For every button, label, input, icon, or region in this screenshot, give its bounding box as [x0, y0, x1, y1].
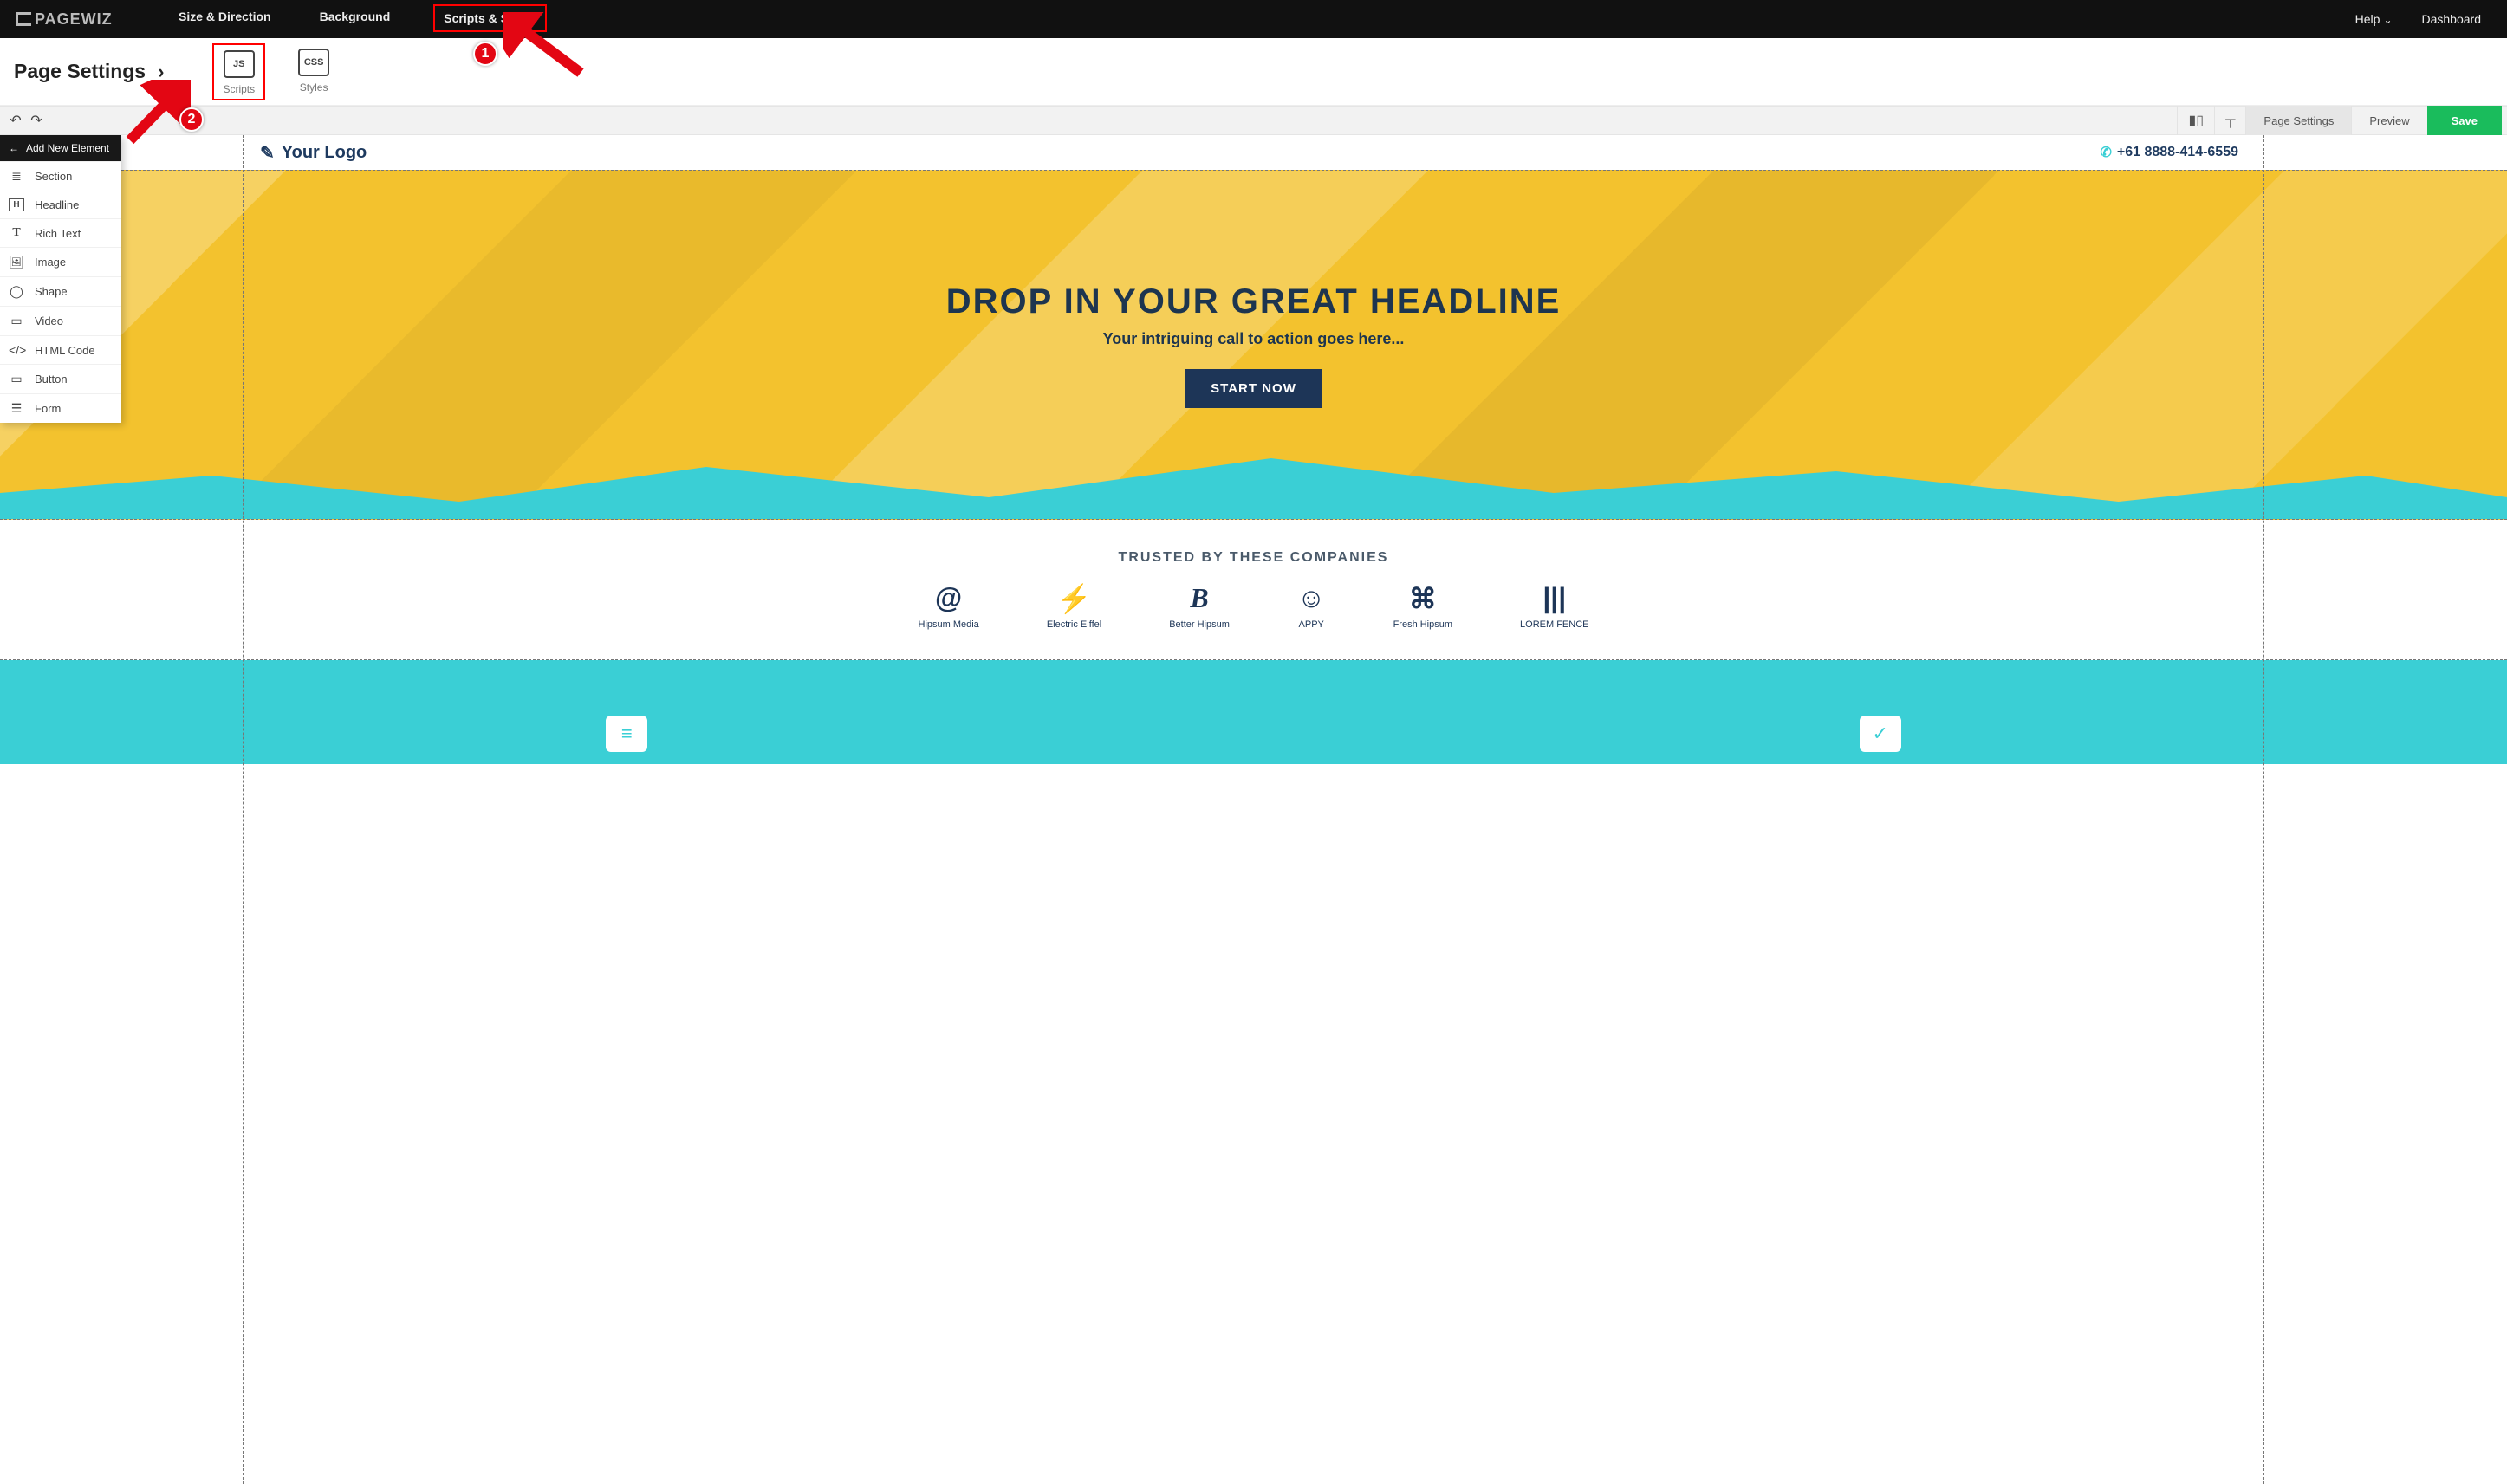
- element-label: Button: [35, 373, 68, 386]
- element-label: HTML Code: [35, 344, 95, 357]
- add-element-panel: ← Add New Element ≣ Section H Headline T…: [0, 135, 121, 423]
- element-richtext[interactable]: T Rich Text: [0, 218, 121, 247]
- element-htmlcode[interactable]: </> HTML Code: [0, 335, 121, 364]
- element-video[interactable]: ▭ Video: [0, 306, 121, 335]
- element-image[interactable]: 🖼 Image: [0, 247, 121, 276]
- feature-icon-1[interactable]: ≡: [606, 716, 647, 752]
- add-element-header-label: Add New Element: [26, 142, 109, 154]
- page-header-section: ✎ Your Logo ✆ +61 8888-414-6559: [0, 135, 2507, 170]
- text-icon: T: [9, 226, 24, 240]
- form-icon: ☰: [9, 401, 24, 416]
- typography-toggle[interactable]: ┬: [2214, 106, 2245, 135]
- redo-button[interactable]: ↷: [26, 112, 47, 129]
- code-icon: </>: [9, 343, 24, 357]
- image-icon: 🖼: [9, 255, 24, 269]
- editor-toolbar: ↶ ↷ ▮▯ ┬ Page Settings Preview Save: [0, 106, 2507, 135]
- company-glyph-2: ⚡: [1057, 581, 1092, 616]
- page-phone[interactable]: ✆ +61 8888-414-6559: [2100, 144, 2238, 161]
- brand-logo: PAGEWIZ: [0, 10, 173, 29]
- preview-button[interactable]: Preview: [2351, 106, 2426, 135]
- element-label: Shape: [35, 285, 68, 298]
- page-canvas[interactable]: ✎ Your Logo ✆ +61 8888-414-6559 DROP IN …: [0, 135, 2507, 1484]
- company-name-4: APPY: [1299, 619, 1324, 630]
- company-glyph-1: @: [935, 581, 962, 616]
- phone-icon: ✆: [2100, 144, 2111, 161]
- element-label: Rich Text: [35, 227, 81, 240]
- save-button[interactable]: Save: [2427, 106, 2502, 135]
- company-name-3: Better Hipsum: [1169, 619, 1230, 630]
- page-logo[interactable]: ✎ Your Logo: [260, 142, 367, 164]
- feature-icon-2[interactable]: ✓: [1860, 716, 1901, 752]
- features-section[interactable]: ≡ ✓: [0, 660, 2507, 764]
- video-icon: ▭: [9, 314, 24, 328]
- trusted-companies-section[interactable]: TRUSTED BY THESE COMPANIES @ Hipsum Medi…: [0, 520, 2507, 660]
- element-form[interactable]: ☰ Form: [0, 393, 121, 423]
- annotation-arrow-1: [503, 12, 589, 81]
- shape-icon: ◯: [9, 284, 24, 299]
- settings-row: Page Settings JS Scripts CSS Styles: [0, 38, 2507, 106]
- tab-background[interactable]: Background: [315, 6, 396, 32]
- element-label: Video: [35, 314, 63, 327]
- company-name-2: Electric Eiffel: [1047, 619, 1101, 630]
- trusted-title: TRUSTED BY THESE COMPANIES: [1119, 550, 1389, 566]
- arrow-left-icon: ←: [9, 142, 19, 154]
- hero-subtitle[interactable]: Your intriguing call to action goes here…: [1103, 330, 1405, 348]
- page-phone-number: +61 8888-414-6559: [2117, 145, 2238, 160]
- help-label: Help: [2355, 12, 2380, 26]
- scripts-tool-code: JS: [224, 50, 255, 78]
- scripts-tool-label: Scripts: [223, 83, 255, 95]
- brand-logo-glyph: [16, 12, 31, 26]
- section-icon: ≣: [9, 169, 24, 184]
- scripts-tool[interactable]: JS Scripts: [212, 43, 265, 100]
- company-logo-1[interactable]: @ Hipsum Media: [919, 581, 979, 630]
- company-logo-5[interactable]: ⌘ Fresh Hipsum: [1393, 581, 1452, 630]
- page-settings-button[interactable]: Page Settings: [2245, 106, 2351, 135]
- company-glyph-4: ☺: [1297, 581, 1326, 616]
- company-name-6: LOREM FENCE: [1520, 619, 1588, 630]
- element-label: Form: [35, 402, 61, 415]
- company-logo-4[interactable]: ☺ APPY: [1297, 581, 1326, 630]
- company-glyph-5: ⌘: [1409, 581, 1437, 616]
- hero-wave-decoration: [0, 450, 2507, 519]
- settings-tools: JS Scripts CSS Styles: [212, 43, 338, 100]
- hero-headline[interactable]: DROP IN YOUR GREAT HEADLINE: [946, 282, 1562, 321]
- company-logo-2[interactable]: ⚡ Electric Eiffel: [1047, 581, 1101, 630]
- help-menu[interactable]: Help: [2355, 12, 2393, 26]
- tab-size-direction[interactable]: Size & Direction: [173, 6, 276, 32]
- company-logo-6[interactable]: ||| LOREM FENCE: [1520, 581, 1588, 630]
- add-element-header[interactable]: ← Add New Element: [0, 135, 121, 161]
- company-logo-3[interactable]: B Better Hipsum: [1169, 581, 1230, 630]
- element-label: Headline: [35, 198, 79, 211]
- company-name-5: Fresh Hipsum: [1393, 619, 1452, 630]
- page-logo-text: Your Logo: [282, 143, 367, 163]
- editor-main: ✎ Your Logo ✆ +61 8888-414-6559 DROP IN …: [0, 135, 2507, 1484]
- layout-guides-toggle[interactable]: ▮▯: [2177, 106, 2214, 135]
- pencil-icon: ✎: [260, 142, 275, 164]
- annotation-badge-1: 1: [473, 42, 497, 66]
- element-label: Section: [35, 170, 72, 183]
- button-icon: ▭: [9, 372, 24, 386]
- company-glyph-3: B: [1190, 581, 1208, 616]
- top-bar: PAGEWIZ Size & Direction Background Scri…: [0, 0, 2507, 38]
- styles-tool-code: CSS: [298, 49, 329, 76]
- annotation-badge-2: 2: [179, 107, 204, 132]
- company-name-1: Hipsum Media: [919, 619, 979, 630]
- headline-icon: H: [9, 198, 24, 211]
- element-section[interactable]: ≣ Section: [0, 161, 121, 191]
- element-label: Image: [35, 256, 66, 269]
- hero-section[interactable]: DROP IN YOUR GREAT HEADLINE Your intrigu…: [0, 170, 2507, 520]
- company-logos: @ Hipsum Media ⚡ Electric Eiffel B Bette…: [919, 581, 1589, 630]
- styles-tool[interactable]: CSS Styles: [289, 43, 338, 100]
- undo-button[interactable]: ↶: [5, 112, 26, 129]
- element-headline[interactable]: H Headline: [0, 191, 121, 218]
- company-glyph-6: |||: [1543, 581, 1566, 616]
- element-button[interactable]: ▭ Button: [0, 364, 121, 393]
- brand-name: PAGEWIZ: [35, 10, 113, 29]
- chevron-down-icon: [2383, 12, 2392, 26]
- hero-cta-button[interactable]: START NOW: [1185, 369, 1322, 408]
- dashboard-link[interactable]: Dashboard: [2422, 12, 2482, 26]
- styles-tool-label: Styles: [300, 81, 328, 94]
- element-shape[interactable]: ◯ Shape: [0, 276, 121, 306]
- top-tabs: Size & Direction Background Scripts & St…: [173, 6, 547, 32]
